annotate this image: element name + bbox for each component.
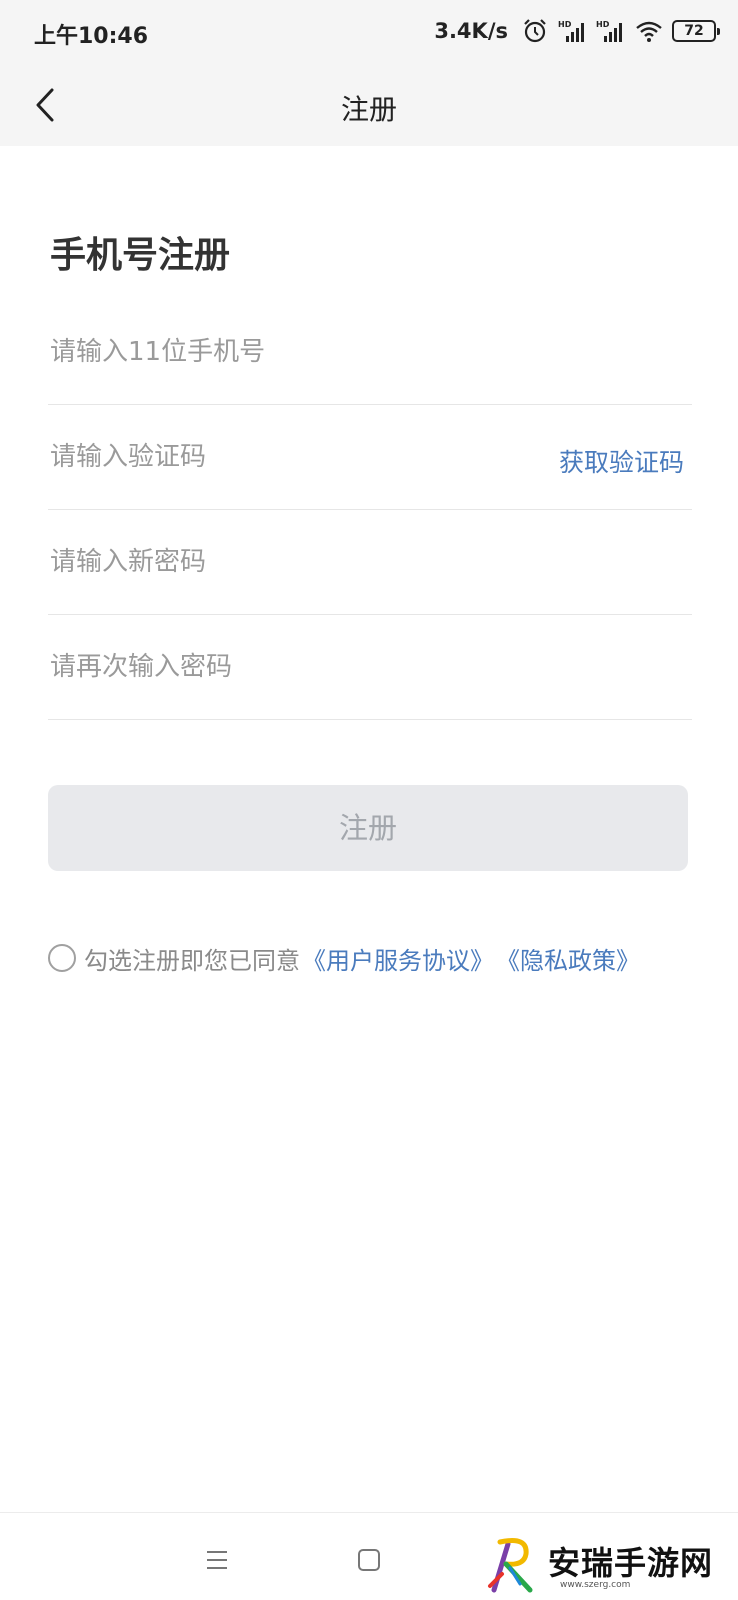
password-field: [48, 510, 692, 615]
status-icons: 3.4K/s HD HD 72: [434, 16, 720, 46]
confirm-password-input[interactable]: [50, 615, 530, 719]
watermark-site-name: 安瑞手游网: [548, 1544, 714, 1582]
code-field: 获取验证码: [48, 405, 692, 510]
menu-button[interactable]: [192, 1540, 242, 1580]
phone-input[interactable]: [50, 300, 530, 404]
wifi-icon: [636, 21, 662, 42]
home-icon: [358, 1549, 380, 1571]
status-time: 上午10:46: [34, 24, 149, 49]
watermark-url: www.szerg.com: [560, 1580, 631, 1590]
verification-code-input[interactable]: [50, 405, 530, 509]
watermark-logo-icon: [488, 1538, 533, 1593]
nav-bar: 注册: [0, 64, 738, 146]
hd-signal-icon: HD: [558, 20, 584, 42]
register-button[interactable]: 注册: [48, 785, 688, 871]
home-button[interactable]: [344, 1540, 394, 1580]
network-speed: 3.4K/s: [434, 19, 508, 43]
alarm-icon: [524, 19, 546, 43]
get-code-button[interactable]: 获取验证码: [559, 443, 684, 479]
battery-icon: 72: [672, 20, 720, 42]
privacy-link[interactable]: 《隐私政策》: [496, 941, 640, 976]
agreement-row: 勾选注册即您已同意 《用户服务协议》 《隐私政策》: [48, 940, 640, 976]
agree-checkbox[interactable]: [48, 944, 76, 972]
hd-signal-icon: HD: [596, 20, 622, 42]
register-screen: 上午10:46 3.4K/s HD HD 72 注册 手机号注册 请输入11位手…: [0, 0, 738, 1600]
nav-title: 注册: [340, 93, 397, 126]
menu-icon: [207, 1551, 227, 1569]
confirm-password-field: [48, 615, 692, 720]
password-input[interactable]: [50, 510, 530, 614]
svg-text:HD: HD: [596, 20, 610, 29]
agreement-text: 勾选注册即您已同意: [84, 946, 300, 975]
svg-text:HD: HD: [558, 20, 572, 29]
terms-link[interactable]: 《用户服务协议》: [302, 941, 494, 976]
page-title: 手机号注册: [50, 235, 231, 276]
watermark: 安瑞手游网 www.szerg.com: [486, 1534, 732, 1596]
bottom-divider: [0, 1512, 738, 1513]
status-bar: 上午10:46 3.4K/s HD HD 72: [0, 0, 738, 64]
phone-field: [48, 300, 692, 405]
